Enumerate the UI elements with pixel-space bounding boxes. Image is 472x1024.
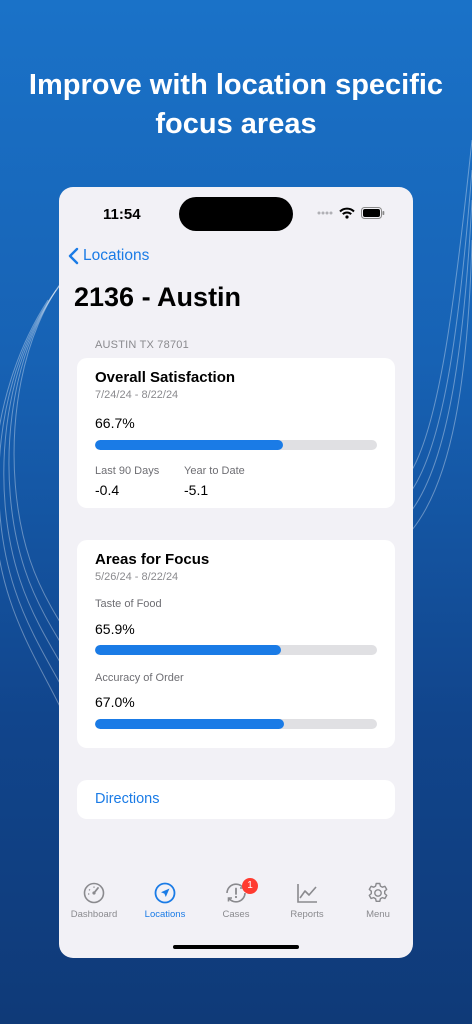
tab-locations[interactable]: Locations bbox=[130, 881, 200, 920]
gear-icon bbox=[368, 882, 388, 902]
home-indicator bbox=[173, 945, 299, 949]
location-arrow-icon bbox=[154, 882, 176, 904]
overall-satisfaction-title: Overall Satisfaction bbox=[95, 369, 236, 386]
battery-icon bbox=[361, 207, 385, 219]
directions-label: Directions bbox=[95, 791, 160, 807]
focus-item-percent: 65.9% bbox=[95, 621, 135, 637]
tab-menu-label: Menu bbox=[366, 909, 390, 920]
chevron-left-icon bbox=[68, 247, 79, 265]
signal-dots-icon bbox=[317, 211, 333, 215]
overall-satisfaction-card: Overall Satisfaction 7/24/24 - 8/22/24 6… bbox=[77, 358, 395, 508]
tab-cases[interactable]: 1 Cases bbox=[201, 878, 271, 920]
overall-percent: 66.7% bbox=[95, 415, 135, 431]
tab-menu[interactable]: Menu bbox=[343, 881, 413, 920]
tab-cases-label: Cases bbox=[222, 909, 250, 920]
overall-progress-bar bbox=[95, 440, 377, 450]
back-button-label: Locations bbox=[83, 247, 150, 264]
tab-locations-label: Locations bbox=[144, 909, 186, 920]
tab-dashboard-label: Dashboard bbox=[70, 909, 118, 920]
promo-headline: Improve with location specific focus are… bbox=[28, 69, 444, 140]
last-90-days-value: -0.4 bbox=[95, 482, 120, 498]
focus-item-progress-fill bbox=[95, 645, 281, 655]
page-title: 2136 - Austin bbox=[74, 282, 242, 312]
cases-badge: 1 bbox=[242, 878, 258, 894]
status-icons bbox=[317, 207, 385, 219]
tab-reports[interactable]: Reports bbox=[272, 881, 342, 920]
focus-item-progress-bar bbox=[95, 719, 377, 729]
chart-icon bbox=[297, 884, 317, 903]
focus-item-progress-fill bbox=[95, 719, 284, 729]
year-to-date-value: -5.1 bbox=[184, 482, 209, 498]
areas-for-focus-card: Areas for Focus 5/26/24 - 8/22/24 Taste … bbox=[77, 540, 395, 748]
overall-date-range: 7/24/24 - 8/22/24 bbox=[95, 389, 179, 401]
status-time: 11:54 bbox=[103, 206, 141, 223]
tab-reports-label: Reports bbox=[290, 909, 324, 920]
last-90-days-label: Last 90 Days bbox=[95, 465, 160, 477]
focus-item-label: Taste of Food bbox=[95, 598, 162, 610]
location-address: AUSTIN TX 78701 bbox=[95, 339, 189, 351]
year-to-date-label: Year to Date bbox=[184, 465, 245, 477]
dynamic-island bbox=[179, 197, 293, 231]
focus-item-percent: 67.0% bbox=[95, 694, 135, 710]
wifi-icon bbox=[339, 207, 355, 219]
focus-date-range: 5/26/24 - 8/22/24 bbox=[95, 571, 179, 583]
tab-bar: Dashboard Locations 1 Cases Reports Menu bbox=[59, 878, 413, 931]
phone-screen: 11:54 Locations 2136 - Austin AUSTIN TX … bbox=[59, 187, 413, 958]
overall-progress-fill bbox=[95, 440, 284, 450]
back-button[interactable]: Locations bbox=[67, 246, 149, 266]
directions-button[interactable]: Directions bbox=[77, 780, 395, 819]
focus-item-label: Accuracy of Order bbox=[95, 672, 184, 684]
areas-for-focus-title: Areas for Focus bbox=[95, 551, 210, 568]
dashboard-gauge-icon bbox=[83, 882, 105, 904]
focus-item-progress-bar bbox=[95, 645, 377, 655]
tab-dashboard[interactable]: Dashboard bbox=[59, 881, 129, 920]
